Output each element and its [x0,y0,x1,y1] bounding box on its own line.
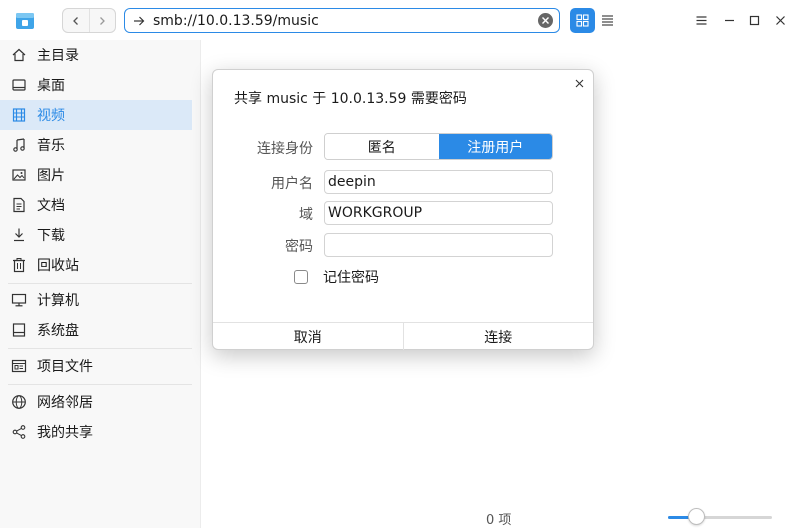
music-icon [10,136,28,154]
sidebar-item-label: 桌面 [37,78,65,94]
list-view-button[interactable] [595,8,620,33]
close-icon [575,79,583,87]
arrow-right-icon [125,15,153,27]
dialog-title: 共享 music 于 10.0.13.59 需要密码 [234,91,467,107]
trash-icon [10,256,28,274]
sidebar-item-music[interactable]: 音乐 [0,130,192,160]
title-bar [0,0,800,40]
sidebar-item-label: 图片 [37,168,65,184]
identity-segmented-control: 匿名 注册用户 [324,133,553,160]
sidebar-item-label: 我的共享 [37,425,93,441]
username-label: 用户名 [271,176,313,192]
password-input[interactable] [324,233,553,257]
sidebar-item-label: 音乐 [37,138,65,154]
item-count: 0 项 [486,513,512,528]
sidebar-item-label: 主目录 [37,48,79,64]
minimize-icon [724,19,734,21]
connect-button[interactable]: 连接 [402,323,594,350]
sidebar-divider [8,348,192,349]
picture-icon [10,166,28,184]
home-icon [10,46,28,64]
computer-icon [10,291,28,309]
maximize-icon [749,15,759,25]
sidebar-item-label: 视频 [37,108,65,124]
document-icon [10,196,28,214]
sidebar-item-downloads[interactable]: 下载 [0,220,192,250]
address-input[interactable] [153,12,523,29]
remember-password-label: 记住密码 [323,270,379,286]
network-icon [10,393,28,411]
sidebar-item-documents[interactable]: 文档 [0,190,192,220]
hamburger-menu-icon [696,15,706,25]
disk-icon [10,321,28,339]
smb-password-dialog: 共享 music 于 10.0.13.59 需要密码 连接身份 匿名 注册用户 … [212,69,594,350]
chevron-left-icon [72,16,78,25]
clear-icon[interactable] [538,13,553,28]
remember-password-checkbox[interactable] [294,270,308,284]
password-label: 密码 [285,239,313,255]
video-icon [10,106,28,124]
share-icon [10,423,28,441]
sidebar-divider [8,283,192,284]
sidebar-item-label: 项目文件 [37,359,93,375]
sidebar-item-label: 回收站 [37,258,79,274]
forward-button[interactable] [88,9,116,32]
sidebar-item-home[interactable]: 主目录 [0,40,192,70]
sidebar-item-network[interactable]: 网络邻居 [0,387,192,417]
download-icon [10,226,28,244]
sidebar: 主目录 桌面 视频 音乐 图片 文档 下载 回收站 计算机 系统盘 项目文件 网… [0,40,201,528]
maximize-button[interactable] [744,10,764,30]
sidebar-item-computer[interactable]: 计算机 [0,285,192,315]
icon-size-slider-handle[interactable] [688,508,706,525]
dialog-close-button[interactable] [571,75,587,91]
sidebar-item-label: 文档 [37,198,65,214]
sidebar-item-label: 计算机 [37,293,79,309]
sidebar-item-system-disk[interactable]: 系统盘 [0,315,192,345]
sidebar-item-videos[interactable]: 视频 [0,100,192,130]
sidebar-item-project-files[interactable]: 项目文件 [0,351,192,381]
close-button[interactable] [770,10,790,30]
back-button[interactable] [63,9,89,32]
sidebar-item-pictures[interactable]: 图片 [0,160,192,190]
sidebar-item-trash[interactable]: 回收站 [0,250,192,280]
cancel-button[interactable]: 取消 [213,323,403,350]
username-input[interactable] [324,170,553,194]
sidebar-divider [8,384,192,385]
menu-button[interactable] [691,10,711,30]
sidebar-item-label: 下载 [37,228,65,244]
sidebar-item-label: 网络邻居 [37,395,93,411]
address-bar[interactable] [124,8,560,33]
identity-label: 连接身份 [257,141,313,157]
file-manager-app-icon [14,9,36,31]
view-mode-switch [570,8,621,33]
list-icon [602,15,613,26]
registered-user-option[interactable]: 注册用户 [438,134,552,159]
desktop-icon [10,76,28,94]
remember-password-row[interactable]: 记住密码 [294,267,379,287]
domain-label: 域 [299,207,313,223]
project-folder-icon [10,357,28,375]
sidebar-item-label: 系统盘 [37,323,79,339]
minimize-button[interactable] [719,10,739,30]
grid-icon [576,14,589,27]
domain-input[interactable] [324,201,553,225]
navigation-buttons [62,8,116,33]
anonymous-option[interactable]: 匿名 [325,134,439,159]
icon-size-slider-track[interactable] [668,516,772,519]
chevron-right-icon [100,16,106,25]
sidebar-item-my-shares[interactable]: 我的共享 [0,417,192,447]
dialog-footer: 取消 连接 [213,322,593,350]
close-icon [775,15,785,25]
sidebar-item-desktop[interactable]: 桌面 [0,70,192,100]
icon-view-button[interactable] [570,8,595,33]
